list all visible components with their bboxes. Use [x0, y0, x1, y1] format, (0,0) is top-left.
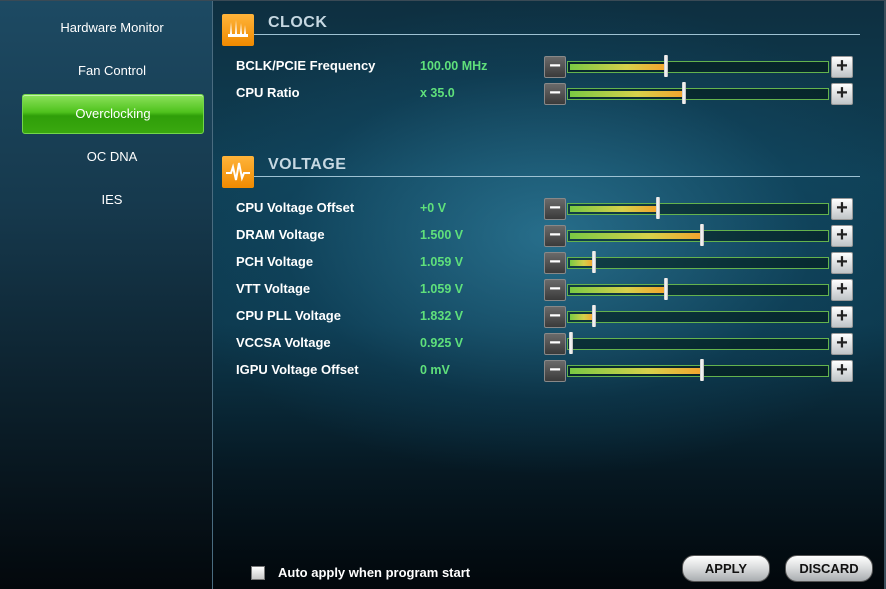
- sidebar-item-overclocking[interactable]: Overclocking: [22, 94, 204, 134]
- cpu-voltage-offset-slider[interactable]: [567, 197, 829, 219]
- cpu-pll-voltage-slider-handle[interactable]: [592, 305, 596, 327]
- vtt-voltage-slider-handle[interactable]: [664, 278, 668, 300]
- overclocking-panel: CLOCK BCLK/PCIE Frequency 100.00 MHz − + CPU…: [213, 1, 886, 589]
- igpu-voltage-offset-label: IGPU Voltage Offset: [236, 362, 359, 377]
- bclk-pcie-frequency-slider-fill: [570, 64, 665, 70]
- igpu-voltage-offset-value: 0 mV: [420, 363, 450, 377]
- cpu-ratio-increase-button[interactable]: +: [831, 83, 853, 105]
- sidebar-item-oc-dna[interactable]: OC DNA: [22, 138, 202, 176]
- pch-voltage-slider[interactable]: [567, 251, 829, 273]
- bclk-pcie-frequency-slider[interactable]: [567, 55, 829, 77]
- vccsa-voltage-decrease-button[interactable]: −: [544, 333, 566, 355]
- dram-voltage-slider-handle[interactable]: [700, 224, 704, 246]
- cpu-pll-voltage-label: CPU PLL Voltage: [236, 308, 341, 323]
- cpu-ratio-slider-handle[interactable]: [682, 82, 686, 104]
- vccsa-voltage-value: 0.925 V: [420, 336, 464, 350]
- bclk-pcie-frequency-label: BCLK/PCIE Frequency: [236, 58, 376, 73]
- pch-voltage-slider-handle[interactable]: [592, 251, 596, 273]
- waveform-icon: [222, 156, 254, 188]
- clock-section-divider: [254, 34, 860, 35]
- vtt-voltage-slider-fill: [570, 287, 665, 293]
- clock-section-title: CLOCK: [268, 14, 328, 31]
- pch-voltage-slider-fill: [570, 260, 593, 266]
- vccsa-voltage-increase-button[interactable]: +: [831, 333, 853, 355]
- dram-voltage-slider-fill: [570, 233, 701, 239]
- vccsa-voltage-label: VCCSA Voltage: [236, 335, 331, 350]
- igpu-voltage-offset-slider-fill: [570, 368, 701, 374]
- dram-voltage-slider[interactable]: [567, 224, 829, 246]
- vtt-voltage-decrease-button[interactable]: −: [544, 279, 566, 301]
- vccsa-voltage-slider[interactable]: [567, 332, 829, 354]
- dram-voltage-decrease-button[interactable]: −: [544, 225, 566, 247]
- dram-voltage-label: DRAM Voltage: [236, 227, 325, 242]
- apply-button[interactable]: APPLY: [682, 555, 770, 582]
- pch-voltage-increase-button[interactable]: +: [831, 252, 853, 274]
- cpu-ratio-slider-fill: [570, 91, 683, 97]
- vccsa-voltage-slider-handle[interactable]: [569, 332, 573, 354]
- clock-chart-icon: [222, 14, 254, 46]
- cpu-voltage-offset-slider-handle[interactable]: [656, 197, 660, 219]
- sidebar-item-ies[interactable]: IES: [22, 181, 202, 219]
- vtt-voltage-label: VTT Voltage: [236, 281, 311, 296]
- cpu-ratio-label: CPU Ratio: [236, 85, 300, 100]
- igpu-voltage-offset-increase-button[interactable]: +: [831, 360, 853, 382]
- cpu-voltage-offset-label: CPU Voltage Offset: [236, 200, 355, 215]
- cpu-voltage-offset-slider-fill: [570, 206, 657, 212]
- sidebar-item-fan-control[interactable]: Fan Control: [22, 52, 202, 90]
- app-window: Hardware Monitor Fan Control Overclockin…: [0, 0, 886, 589]
- igpu-voltage-offset-slider[interactable]: [567, 359, 829, 381]
- cpu-pll-voltage-slider[interactable]: [567, 305, 829, 327]
- auto-apply-label: Auto apply when program start: [278, 565, 471, 580]
- voltage-section-title: VOLTAGE: [268, 156, 347, 173]
- dram-voltage-value: 1.500 V: [420, 228, 464, 242]
- cpu-voltage-offset-decrease-button[interactable]: −: [544, 198, 566, 220]
- pch-voltage-value: 1.059 V: [420, 255, 464, 269]
- cpu-pll-voltage-decrease-button[interactable]: −: [544, 306, 566, 328]
- cpu-voltage-offset-value: +0 V: [420, 201, 447, 215]
- cpu-pll-voltage-slider-fill: [570, 314, 593, 320]
- bclk-pcie-frequency-increase-button[interactable]: +: [831, 56, 853, 78]
- vtt-voltage-slider[interactable]: [567, 278, 829, 300]
- pch-voltage-decrease-button[interactable]: −: [544, 252, 566, 274]
- cpu-pll-voltage-value: 1.832 V: [420, 309, 464, 323]
- cpu-voltage-offset-increase-button[interactable]: +: [831, 198, 853, 220]
- dram-voltage-increase-button[interactable]: +: [831, 225, 853, 247]
- igpu-voltage-offset-slider-handle[interactable]: [700, 359, 704, 381]
- pch-voltage-label: PCH Voltage: [236, 254, 314, 269]
- auto-apply-checkbox[interactable]: [251, 566, 265, 580]
- voltage-section-divider: [254, 176, 860, 177]
- cpu-ratio-value: x 35.0: [420, 86, 455, 100]
- sidebar: Hardware Monitor Fan Control Overclockin…: [0, 1, 213, 589]
- vtt-voltage-value: 1.059 V: [420, 282, 464, 296]
- bclk-pcie-frequency-decrease-button[interactable]: −: [544, 56, 566, 78]
- sidebar-item-hardware-monitor[interactable]: Hardware Monitor: [22, 9, 202, 47]
- discard-button[interactable]: DISCARD: [785, 555, 873, 582]
- bclk-pcie-frequency-slider-handle[interactable]: [664, 55, 668, 77]
- cpu-ratio-decrease-button[interactable]: −: [544, 83, 566, 105]
- vtt-voltage-increase-button[interactable]: +: [831, 279, 853, 301]
- cpu-pll-voltage-increase-button[interactable]: +: [831, 306, 853, 328]
- igpu-voltage-offset-decrease-button[interactable]: −: [544, 360, 566, 382]
- cpu-ratio-slider[interactable]: [567, 82, 829, 104]
- bclk-pcie-frequency-value: 100.00 MHz: [420, 59, 488, 73]
